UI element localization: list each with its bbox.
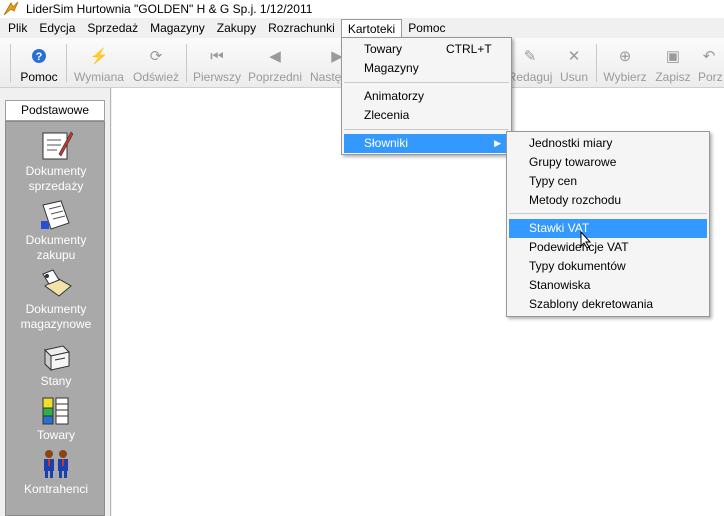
help-icon: ?: [28, 46, 50, 66]
products-shelf-icon: [39, 394, 73, 426]
toolbar-separator: [596, 44, 597, 82]
refresh-button-label: Odśwież: [132, 70, 179, 84]
sidebar: Podstawowe Dokumenty sprzedaży Dokumenty…: [0, 88, 111, 516]
delete-button-label: Usun: [559, 70, 588, 84]
submenu-item-typy-cen[interactable]: Typy cen: [509, 172, 707, 191]
help-button-label: Pomoc: [20, 70, 58, 84]
window-title: LiderSim Hurtownia "GOLDEN" H & G Sp.j. …: [26, 2, 313, 16]
mouse-cursor-icon: [580, 230, 592, 249]
previous-button[interactable]: ◀ Poprzedni: [247, 42, 303, 84]
menu-sprzedaz[interactable]: Sprzedaż: [81, 19, 144, 37]
warehouse-document-icon: [39, 268, 73, 300]
previous-record-icon: ◀: [269, 48, 281, 65]
discard-button-label: Porz: [698, 70, 723, 84]
save-button[interactable]: ▣ Zapisz: [654, 42, 692, 84]
menu-item-label: Słowniki: [364, 136, 409, 150]
discard-button[interactable]: ↶ Porz: [698, 42, 724, 84]
sidebar-item-stock[interactable]: Stany: [6, 340, 106, 389]
exchange-button[interactable]: ⚡ Wymiana: [72, 42, 126, 84]
sales-document-icon: [39, 130, 74, 162]
sidebar-item-label: Dokumenty: [25, 233, 87, 247]
title-bar: LiderSim Hurtownia "GOLDEN" H & G Sp.j. …: [0, 0, 724, 18]
menu-separator: [344, 82, 509, 83]
submenu-item-stawki-vat[interactable]: Stawki VAT: [509, 219, 707, 238]
submenu-item-typy-dokumentow[interactable]: Typy dokumentów: [509, 257, 707, 276]
sidebar-item-contractors[interactable]: Kontrahenci: [6, 448, 106, 497]
sidebar-item-label: Dokumenty: [25, 164, 87, 178]
first-button[interactable]: ⏮ Pierwszy: [192, 42, 242, 85]
menu-edycja[interactable]: Edycja: [33, 19, 81, 37]
submenu-item-stanowiska[interactable]: Stanowiska: [509, 276, 707, 295]
menu-item-animatorzy[interactable]: Animatorzy: [344, 87, 509, 106]
delete-button[interactable]: ✕ Usun: [558, 42, 590, 84]
select-button-label: Wybierz: [603, 70, 647, 84]
svg-text:?: ?: [36, 51, 43, 63]
select-button[interactable]: ⊕ Wybierz: [602, 42, 648, 84]
menu-separator: [344, 129, 509, 130]
menu-item-shortcut: CTRL+T: [446, 42, 492, 56]
sidebar-item-label: Towary: [36, 428, 75, 442]
sidebar-item-label: Dokumenty: [25, 302, 87, 316]
refresh-icon: ⟳: [149, 48, 163, 65]
purchase-document-icon: [39, 199, 73, 231]
sidebar-item-warehouse-documents[interactable]: Dokumenty magazynowe: [6, 268, 106, 332]
edit-button-label: Redaguj: [507, 70, 553, 84]
delete-x-icon: ✕: [567, 48, 581, 65]
menu-kartoteki[interactable]: Kartoteki: [340, 19, 403, 37]
next-button-label: Nastę: [310, 70, 342, 84]
menu-item-towary[interactable]: Towary CTRL+T: [344, 40, 509, 59]
menu-rozrachunki[interactable]: Rozrachunki: [262, 19, 341, 37]
sidebar-item-label: Kontrahenci: [23, 482, 89, 496]
toolbar-separator: [186, 44, 187, 82]
menu-bar: Plik Edycja Sprzedaż Magazyny Zakupy Roz…: [0, 18, 724, 38]
refresh-button[interactable]: ⟳ Odśwież: [132, 42, 180, 84]
app-logo-icon: [2, 1, 20, 17]
sidebar-item-purchase-documents[interactable]: Dokumenty zakupu: [6, 199, 106, 263]
first-button-label: Pierwszy: [192, 70, 241, 84]
sidebar-item-label: magazynowe: [20, 317, 92, 331]
sidebar-item-label: sprzedaży: [28, 179, 84, 193]
toolbar-separator: [66, 44, 67, 82]
undo-icon: ↶: [702, 48, 716, 65]
previous-button-label: Poprzedni: [247, 70, 303, 84]
save-disk-icon: ▣: [665, 48, 681, 65]
select-down-icon: ⊕: [618, 48, 632, 65]
menu-item-magazyny[interactable]: Magazyny: [344, 59, 509, 78]
sidebar-item-label: zakupu: [36, 248, 76, 262]
save-button-label: Zapisz: [655, 70, 691, 84]
sidebar-header[interactable]: Podstawowe: [5, 100, 105, 121]
submenu-item-szablony-dekretowania[interactable]: Szablony dekretowania: [509, 295, 707, 314]
submenu-item-grupy-towarowe[interactable]: Grupy towarowe: [509, 153, 707, 172]
slowniki-submenu: Jednostki miary Grupy towarowe Typy cen …: [506, 131, 710, 317]
menu-separator: [509, 213, 707, 214]
menu-magazyny[interactable]: Magazyny: [144, 19, 211, 37]
edit-icon: ✎: [523, 48, 537, 65]
menu-item-slowniki[interactable]: Słowniki ▶: [344, 134, 509, 153]
submenu-item-jednostki-miary[interactable]: Jednostki miary: [509, 134, 707, 153]
exchange-button-label: Wymiana: [74, 70, 124, 84]
lightning-icon: ⚡: [89, 48, 109, 65]
sidebar-item-products[interactable]: Towary: [6, 394, 106, 443]
menu-item-label: Towary: [364, 42, 403, 56]
contractors-people-icon: [39, 448, 73, 480]
stock-box-icon: [39, 340, 73, 372]
first-record-icon: ⏮: [210, 47, 224, 65]
submenu-item-metody-rozchodu[interactable]: Metody rozchodu: [509, 191, 707, 210]
submenu-item-podewidencje-vat[interactable]: Podewidencje VAT: [509, 238, 707, 257]
sidebar-panel: Dokumenty sprzedaży Dokumenty zakupu Dok…: [5, 121, 105, 516]
menu-plik[interactable]: Plik: [2, 19, 33, 37]
help-button[interactable]: ? Pomoc: [18, 42, 60, 84]
sidebar-item-label: Stany: [40, 374, 72, 388]
sidebar-item-sales-documents[interactable]: Dokumenty sprzedaży: [6, 130, 106, 194]
submenu-arrow-icon: ▶: [494, 138, 501, 148]
toolbar-separator: [10, 44, 11, 82]
edit-button[interactable]: ✎ Redaguj: [507, 42, 553, 84]
menu-zakupy[interactable]: Zakupy: [211, 19, 262, 37]
menu-pomoc[interactable]: Pomoc: [402, 19, 451, 37]
next-button[interactable]: ▶ Nastę: [310, 42, 344, 84]
kartoteki-dropdown: Towary CTRL+T Magazyny Animatorzy Zlecen…: [341, 37, 512, 155]
menu-item-zlecenia[interactable]: Zlecenia: [344, 106, 509, 125]
